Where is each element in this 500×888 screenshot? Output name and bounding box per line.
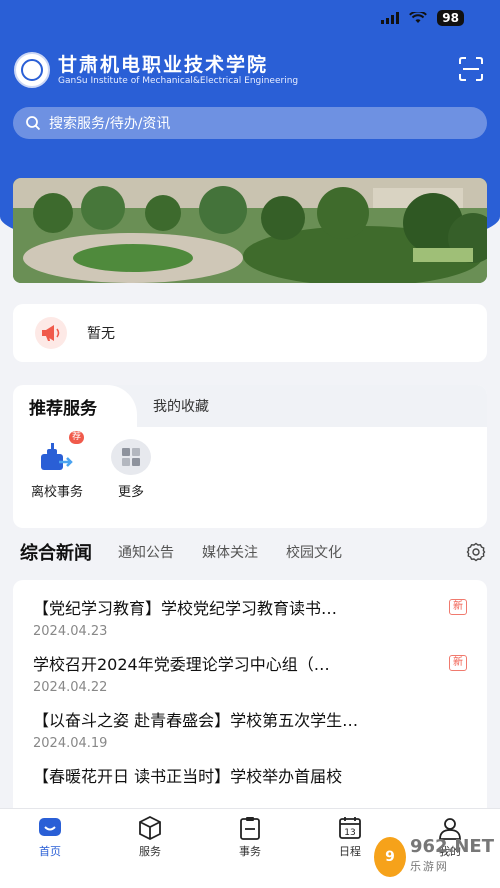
tab-label: 事务 (239, 845, 261, 858)
svg-text:13: 13 (344, 828, 355, 838)
news-date: 2024.04.19 (33, 736, 108, 751)
news-title: 学校召开2024年党委理论学习中心组（… (33, 655, 330, 674)
service-item-leave-school[interactable]: 荐 离校事务 (31, 431, 84, 500)
service-label: 离校事务 (31, 485, 84, 500)
status-bar: 98 (381, 10, 464, 26)
tab-my-favorites[interactable]: 我的收藏 (137, 385, 225, 427)
tab-general-news[interactable]: 综合新闻 (20, 539, 92, 565)
list-item[interactable]: 【春暖花开日 读书正当时】学校举办首届校 (33, 760, 467, 790)
service-item-more[interactable]: 更多 (111, 439, 152, 500)
watermark-logo-icon: 9 (374, 837, 406, 877)
news-date: 2024.04.23 (33, 624, 108, 639)
tab-services[interactable]: 服务 (120, 815, 180, 888)
list-item[interactable]: 【党纪学习教育】学校党纪学习教育读书… 新 2024.04.23 (33, 592, 467, 642)
school-name-cn: 甘肃机电职业技术学院 (58, 53, 269, 76)
tab-media[interactable]: 媒体关注 (202, 542, 258, 562)
new-badge: 新 (449, 655, 467, 671)
tab-announcements[interactable]: 通知公告 (118, 542, 174, 562)
tab-label: 服务 (139, 845, 161, 858)
news-tabs: 综合新闻 通知公告 媒体关注 校园文化 (20, 536, 486, 568)
watermark-brand: 962.NET (409, 836, 494, 857)
grid-more-icon (111, 439, 152, 475)
settings-gear-icon[interactable] (466, 542, 486, 562)
school-name-en: GanSu Institute of Mechanical&Electrical… (58, 75, 299, 86)
tab-label: 首页 (39, 845, 61, 858)
tab-schedule[interactable]: 13 日程 (320, 815, 380, 888)
tab-recommended-services[interactable]: 推荐服务 (13, 385, 137, 427)
megaphone-icon (35, 317, 67, 349)
service-label: 更多 (118, 485, 145, 500)
services-card: 推荐服务 我的收藏 荐 离校事务 更多 (13, 385, 487, 528)
school-header: 甘肃机电职业技术学院 GanSu Institute of Mechanical… (14, 52, 298, 88)
services-tabs: 推荐服务 我的收藏 (13, 385, 487, 427)
battery-level: 98 (437, 10, 464, 26)
site-watermark: 9 962.NET 乐游网 (374, 834, 494, 880)
search-icon (26, 116, 41, 131)
watermark-sub: 乐游网 (409, 860, 449, 873)
tab-campus-culture[interactable]: 校园文化 (286, 542, 342, 562)
search-placeholder: 搜索服务/待办/资讯 (49, 116, 171, 132)
clipboard-icon (240, 817, 260, 840)
campus-banner-image[interactable] (13, 178, 487, 283)
notice-bar[interactable]: 暂无 (13, 304, 487, 362)
wifi-icon (409, 12, 428, 23)
leave-school-icon: 荐 (36, 431, 84, 475)
search-bar[interactable]: 搜索服务/待办/资讯 (13, 107, 487, 139)
tab-label: 日程 (339, 845, 361, 858)
cube-icon (139, 815, 161, 841)
school-logo-icon (14, 52, 50, 88)
news-title: 【以奋斗之姿 赴青春盛会】学校第五次学生… (33, 711, 359, 730)
news-title: 【党纪学习教育】学校党纪学习教育读书… (33, 599, 338, 618)
news-date: 2024.04.22 (33, 680, 108, 695)
cellular-signal-icon (381, 12, 400, 24)
recommend-badge: 荐 (68, 431, 84, 444)
tab-affairs[interactable]: 事务 (220, 815, 280, 888)
scan-icon[interactable] (458, 56, 484, 82)
list-item[interactable]: 学校召开2024年党委理论学习中心组（… 新 2024.04.22 (33, 648, 467, 698)
calendar-icon: 13 (339, 817, 361, 839)
notice-text: 暂无 (87, 326, 115, 342)
home-icon (39, 818, 61, 836)
list-item[interactable]: 【以奋斗之姿 赴青春盛会】学校第五次学生… 2024.04.19 (33, 704, 467, 754)
news-list: 【党纪学习教育】学校党纪学习教育读书… 新 2024.04.23 学校召开202… (13, 580, 487, 810)
tab-home[interactable]: 首页 (20, 815, 80, 888)
news-title: 【春暖花开日 读书正当时】学校举办首届校 (33, 767, 343, 786)
new-badge: 新 (449, 599, 467, 615)
